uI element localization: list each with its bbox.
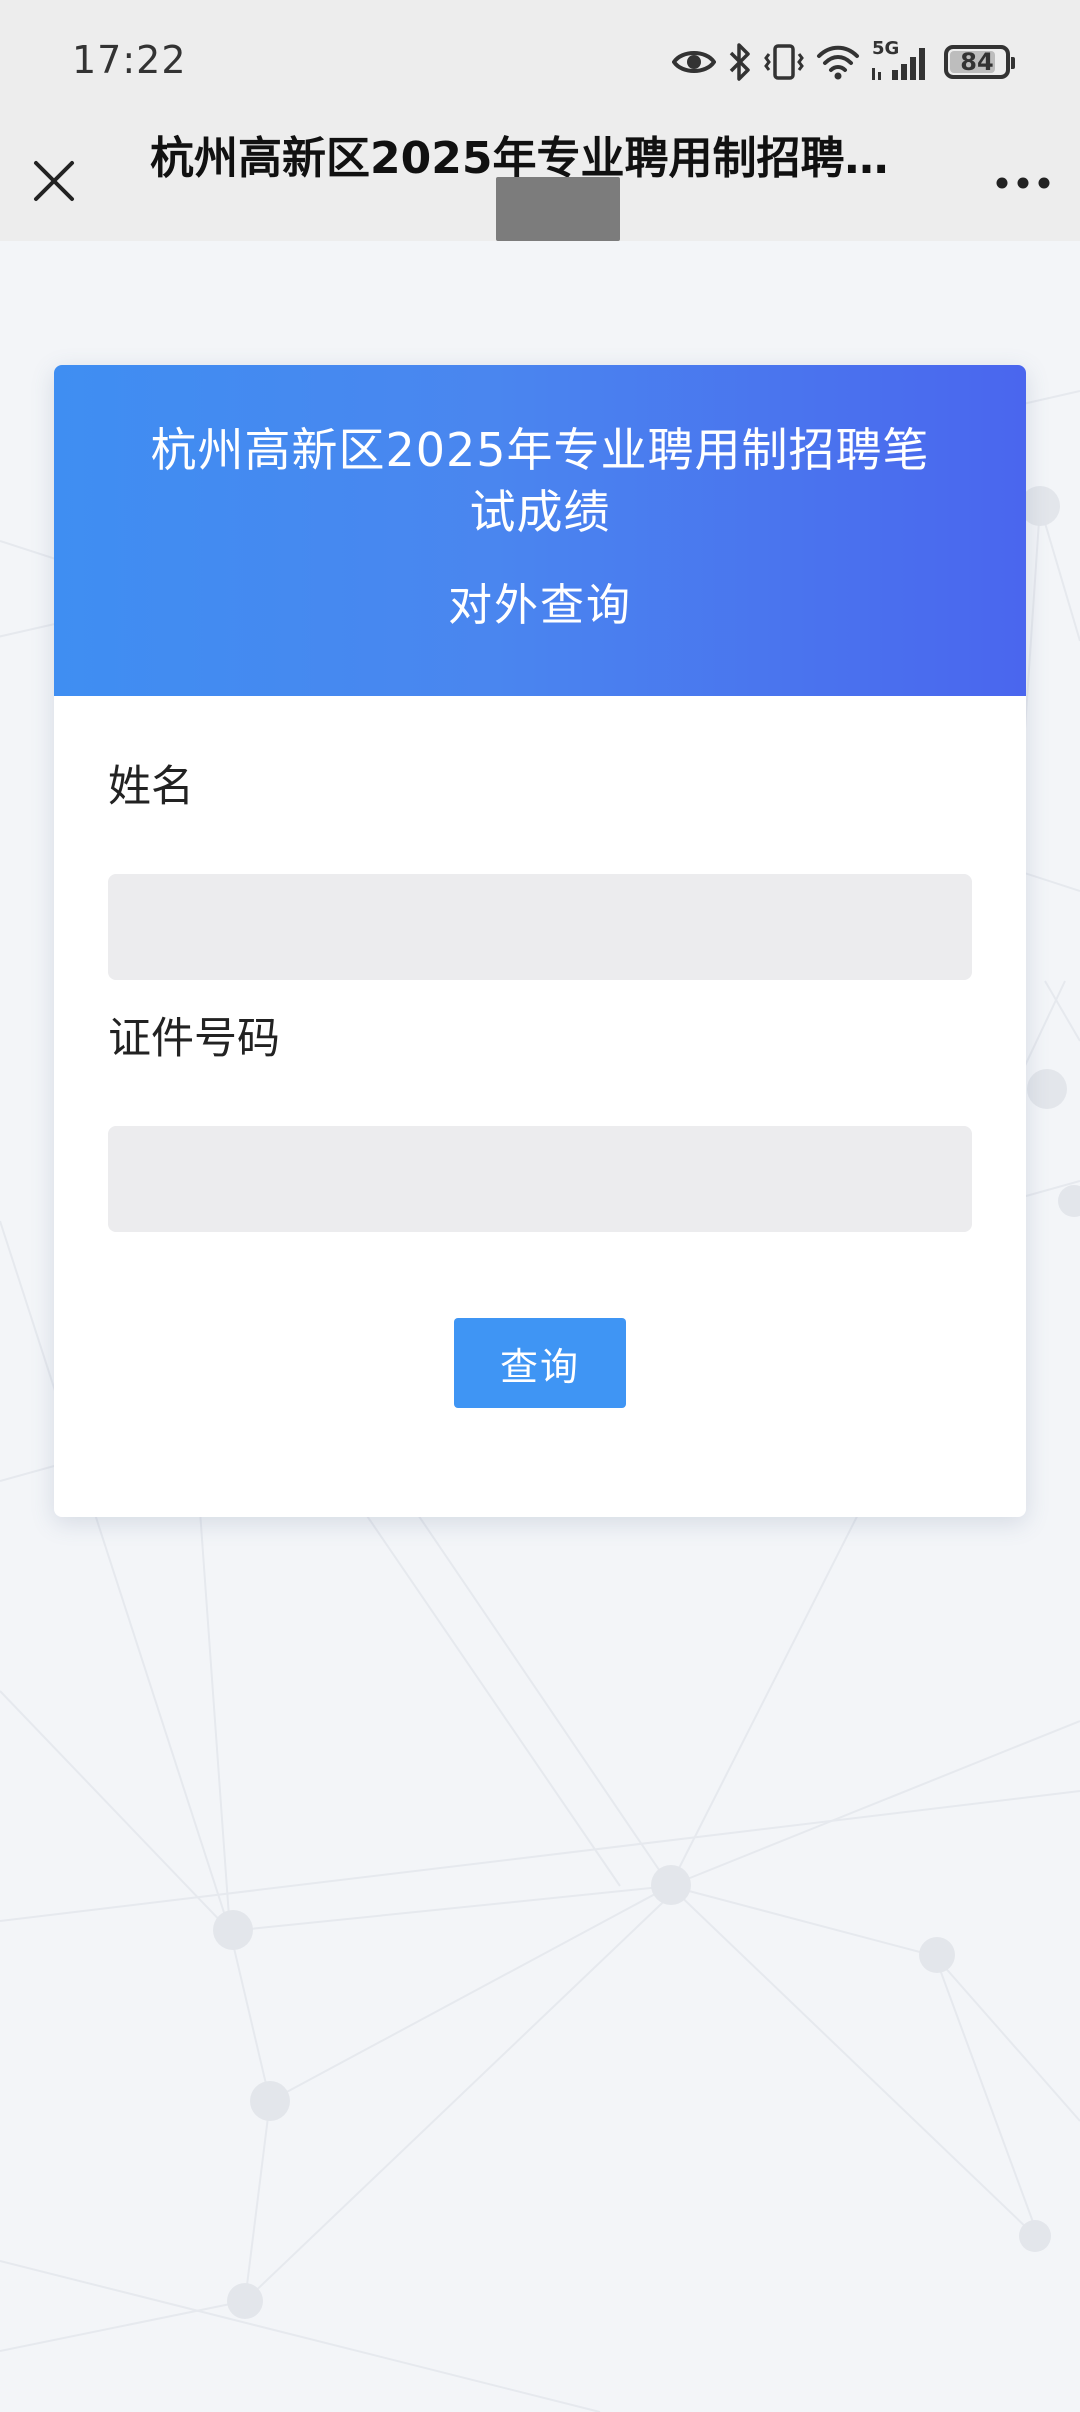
card-subtitle: 对外查询 [448, 580, 632, 631]
id-number-input[interactable] [108, 1126, 972, 1232]
redaction-block [496, 177, 620, 241]
query-button[interactable]: 查询 [454, 1318, 626, 1408]
card-header: 杭州高新区2025年专业聘用制招聘笔试成绩 对外查询 [54, 365, 1026, 696]
wifi-icon [817, 45, 859, 80]
more-icon [996, 177, 1050, 189]
signal-icon: 5G [872, 38, 932, 82]
status-bar: 17:22 5G 84 [0, 0, 1080, 125]
battery-icon: 84 [944, 45, 1015, 79]
name-input[interactable] [108, 874, 972, 980]
eye-icon [672, 51, 716, 73]
vibrate-icon [764, 44, 804, 80]
nav-bar: 杭州高新区2025年专业聘用制招聘... [0, 125, 1080, 241]
id-number-label: 证件号码 [108, 1014, 280, 1064]
battery-percent: 84 [960, 48, 994, 76]
query-card: 杭州高新区2025年专业聘用制招聘笔试成绩 对外查询 姓名 证件号码 查询 [54, 365, 1026, 1517]
bluetooth-icon [729, 43, 750, 81]
card-title: 杭州高新区2025年专业聘用制招聘笔试成绩 [150, 423, 930, 539]
name-label: 姓名 [108, 762, 194, 812]
status-icons: 5G 84 [672, 38, 1015, 84]
more-options-button[interactable] [990, 153, 1056, 213]
status-time: 17:22 [72, 38, 187, 82]
